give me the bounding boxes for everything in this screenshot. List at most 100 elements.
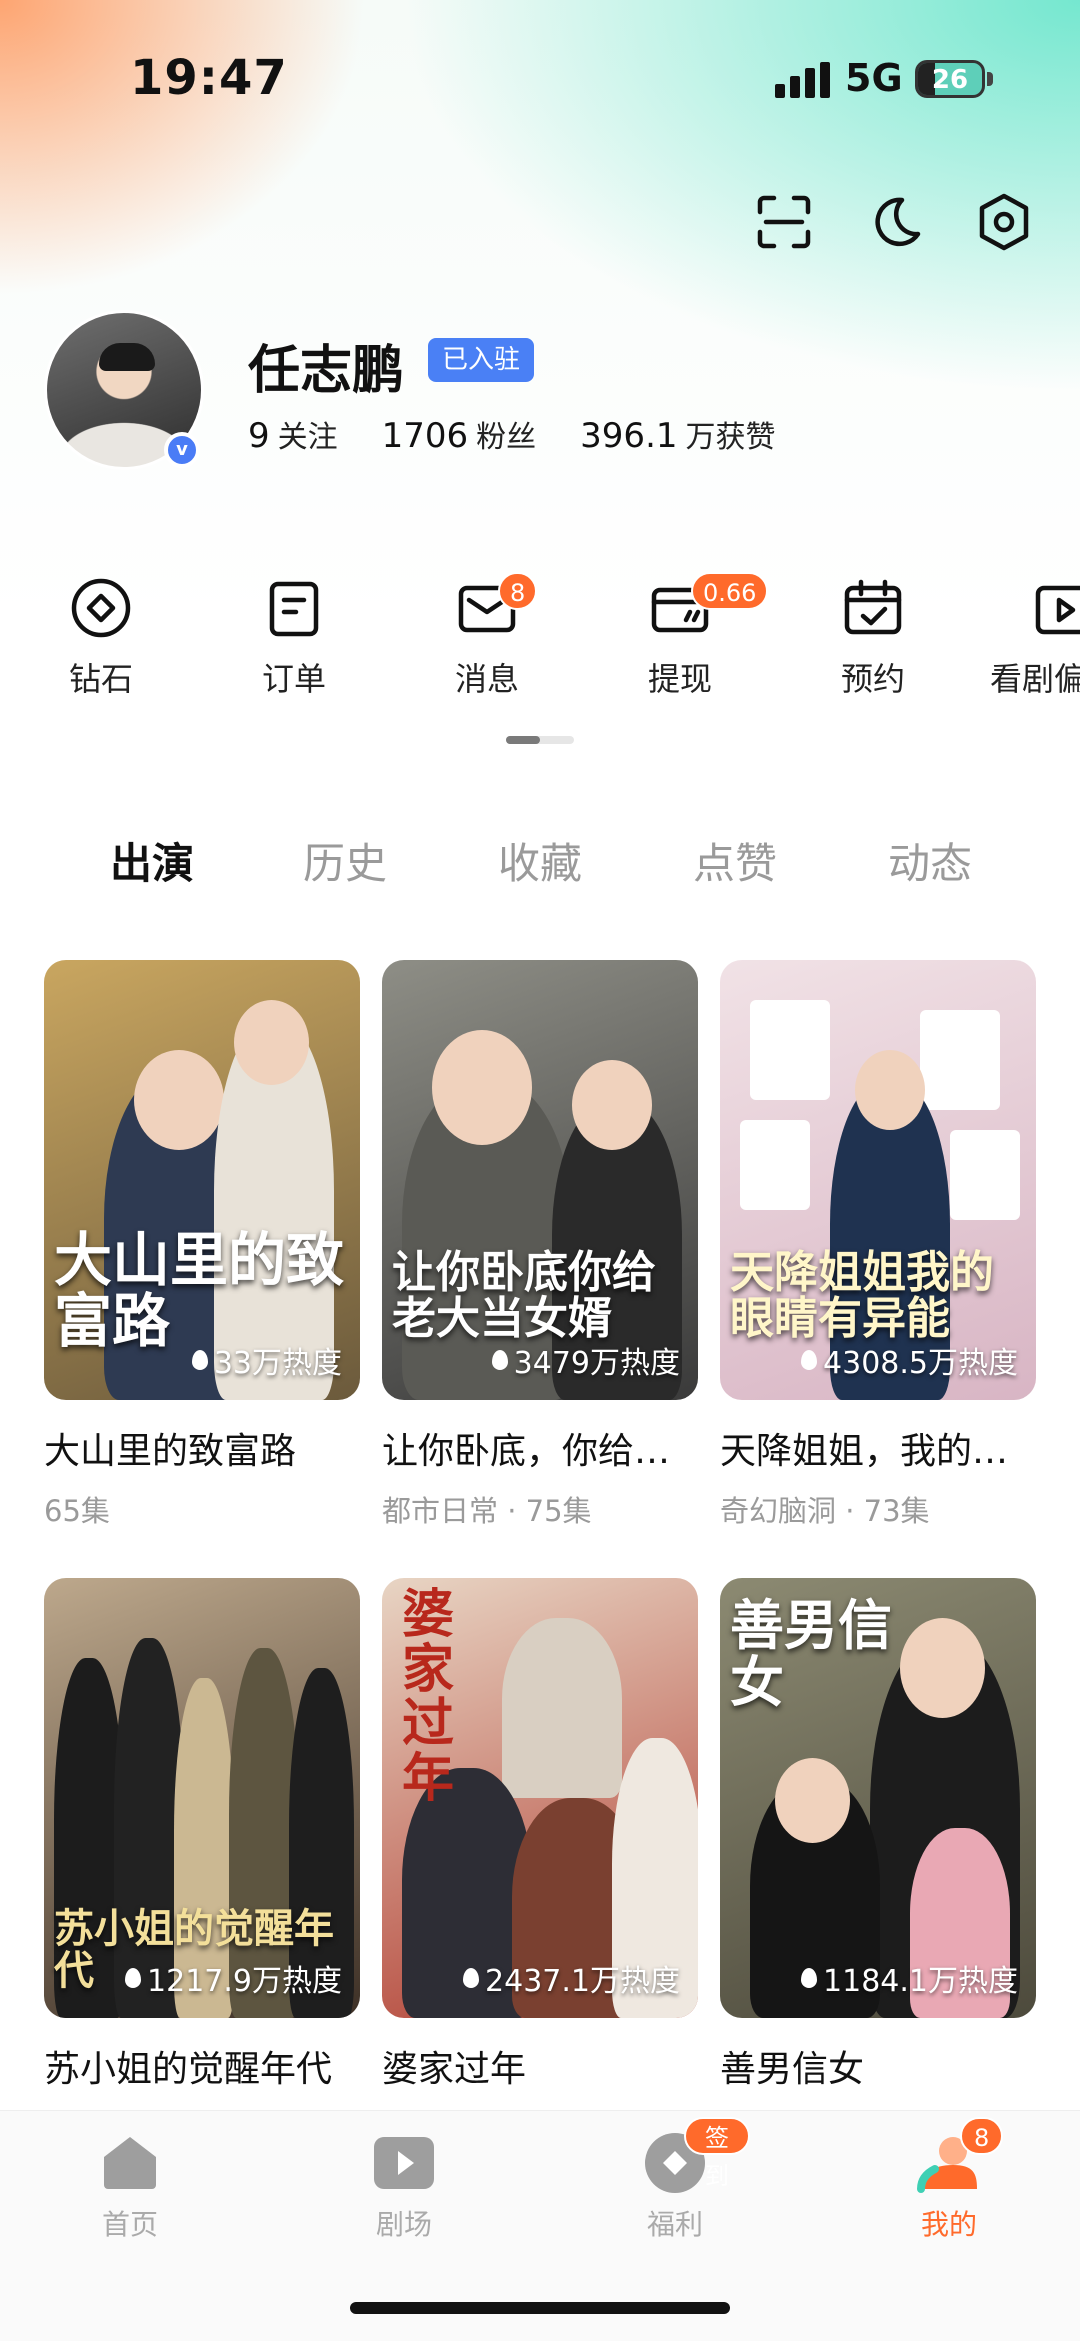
moon-icon xyxy=(875,197,921,247)
drama-meta: 都市日常 · 75集 xyxy=(382,1494,592,1528)
poster-title-art: 婆家过年 xyxy=(402,1585,455,1809)
stat-number: 396.1 xyxy=(580,416,678,456)
heat-text: 33万热度 xyxy=(213,1346,342,1381)
dark-mode-button[interactable] xyxy=(862,190,926,254)
poster-title-art: 天降姐姐我的眼睛有异能 xyxy=(730,1247,994,1345)
user-name: 任志鹏 xyxy=(248,341,405,401)
poster-title-art: 让你卧底你给老大当女婿 xyxy=(392,1247,656,1345)
quick-menu-label: 看剧偏 xyxy=(990,660,1080,698)
heat-count: 4308.5万热度 xyxy=(801,1338,1018,1382)
check-in-badge: 签到 xyxy=(684,2117,750,2190)
nav-label: 我的 xyxy=(920,2208,977,2241)
drama-card[interactable]: 大山里的致富路 33万热度 大山里的致富路 65集 xyxy=(44,960,360,1530)
calendar-icon xyxy=(841,576,905,640)
stat-following[interactable]: 9 关注 xyxy=(248,412,338,456)
diamond-icon xyxy=(69,576,133,640)
order-icon xyxy=(262,576,326,640)
status-bar: 19:47 5G 26 xyxy=(0,0,1080,150)
quick-menu-reservation[interactable]: 预约 xyxy=(798,560,948,700)
theater-icon xyxy=(372,2131,436,2195)
play-icon xyxy=(1032,576,1080,640)
drama-meta: 65集 xyxy=(44,1494,110,1528)
nav-label: 福利 xyxy=(646,2208,703,2241)
drama-card[interactable]: 让你卧底你给老大当女婿 3479万热度 让你卧底，你给… 都市日常 · 75集 xyxy=(382,960,698,1530)
stat-number: 1706 xyxy=(381,416,469,456)
quick-menu-watch-preference[interactable]: 看剧偏 xyxy=(990,560,1080,700)
nav-welfare[interactable]: 福利 签到 xyxy=(600,2117,750,2243)
battery-icon: 26 xyxy=(915,60,985,98)
heat-count: 1184.1万热度 xyxy=(801,1956,1018,2000)
fire-drop-icon xyxy=(801,1968,818,1988)
heat-text: 4308.5万热度 xyxy=(823,1346,1018,1381)
heat-text: 3479万热度 xyxy=(513,1346,680,1381)
tab-favorites[interactable]: 收藏 xyxy=(460,830,620,891)
fire-drop-icon xyxy=(491,1350,508,1370)
settings-icon xyxy=(979,193,1029,251)
heat-count: 2437.1万热度 xyxy=(463,1956,680,2000)
drama-title: 善男信女 xyxy=(720,2049,865,2090)
fire-drop-icon xyxy=(191,1350,208,1370)
quick-menu-withdraw[interactable]: 提现 0.66元 xyxy=(605,560,769,700)
battery-level: 26 xyxy=(931,65,969,95)
nav-label: 剧场 xyxy=(375,2208,432,2241)
drama-title: 苏小姐的觉醒年代 xyxy=(44,2049,333,2090)
verified-icon: v xyxy=(164,432,200,468)
drama-poster[interactable]: 苏小姐的觉醒年代 1217.9万热度 xyxy=(44,1578,360,2018)
heat-text: 1217.9万热度 xyxy=(147,1964,342,1999)
stat-label: 万获赞 xyxy=(685,420,776,455)
quick-menu-messages[interactable]: 消息 8 xyxy=(412,560,562,700)
drama-title: 大山里的致富路 xyxy=(44,1431,297,1472)
home-icon xyxy=(98,2131,162,2195)
battery-cap xyxy=(987,72,993,86)
nav-theater[interactable]: 剧场 xyxy=(329,2131,479,2243)
settled-badge: 已入驻 xyxy=(428,338,535,382)
home-indicator xyxy=(350,2302,730,2314)
drama-card[interactable]: 天降姐姐我的眼睛有异能 4308.5万热度 天降姐姐，我的… 奇幻脑洞 · 73… xyxy=(720,960,1036,1530)
profile-notification-badge: 8 xyxy=(960,2117,1004,2155)
drama-poster[interactable]: 天降姐姐我的眼睛有异能 4308.5万热度 xyxy=(720,960,1036,1400)
drama-card[interactable]: 婆家过年 2437.1万热度 婆家过年 xyxy=(382,1578,698,2106)
withdraw-amount-badge: 0.66元 xyxy=(691,572,769,645)
fire-drop-icon xyxy=(125,1968,142,1988)
heat-count: 1217.9万热度 xyxy=(125,1956,342,2000)
stat-label: 关注 xyxy=(277,420,338,455)
nav-profile[interactable]: 我的 8 xyxy=(874,2117,1024,2243)
scan-button[interactable] xyxy=(752,190,816,254)
tab-likes[interactable]: 点赞 xyxy=(655,830,815,891)
settings-button[interactable] xyxy=(972,190,1036,254)
drama-poster[interactable]: 善男信女 1184.1万热度 xyxy=(720,1578,1036,2018)
quick-menu-label: 钻石 xyxy=(68,660,133,698)
tab-activity[interactable]: 动态 xyxy=(850,830,1010,891)
quick-menu-orders[interactable]: 订单 xyxy=(219,560,369,700)
drama-title: 天降姐姐，我的… xyxy=(720,1431,1009,1472)
poster-title-art: 善男信女 xyxy=(730,1594,892,1714)
content-tabs: 出演 历史 收藏 点赞 动态 xyxy=(0,830,1080,900)
drama-poster[interactable]: 大山里的致富路 33万热度 xyxy=(44,960,360,1400)
network-type: 5G xyxy=(845,56,903,100)
message-count-badge: 8 xyxy=(498,572,538,610)
heat-text: 2437.1万热度 xyxy=(485,1964,680,1999)
quick-menu-diamond[interactable]: 钻石 xyxy=(26,560,176,700)
nav-label: 首页 xyxy=(101,2208,158,2241)
fire-drop-icon xyxy=(463,1968,480,1988)
tab-history[interactable]: 历史 xyxy=(265,830,425,891)
stat-label: 粉丝 xyxy=(476,420,537,455)
fire-drop-icon xyxy=(801,1350,818,1370)
quick-menu-label: 订单 xyxy=(261,660,326,698)
stat-likes[interactable]: 396.1 万获赞 xyxy=(580,412,775,456)
tab-performances[interactable]: 出演 xyxy=(72,830,232,891)
drama-title: 婆家过年 xyxy=(382,2049,527,2090)
heat-count: 3479万热度 xyxy=(491,1338,680,1382)
stat-fans[interactable]: 1706 粉丝 xyxy=(382,412,537,456)
heat-count: 33万热度 xyxy=(191,1338,342,1382)
stat-number: 9 xyxy=(248,416,270,456)
drama-meta: 奇幻脑洞 · 73集 xyxy=(720,1494,930,1528)
drama-card[interactable]: 苏小姐的觉醒年代 1217.9万热度 苏小姐的觉醒年代 xyxy=(44,1578,360,2106)
drama-poster[interactable]: 婆家过年 2437.1万热度 xyxy=(382,1578,698,2018)
nav-home[interactable]: 首页 xyxy=(55,2131,205,2243)
quick-menu-label: 提现 xyxy=(647,660,712,698)
signal-icon xyxy=(775,62,831,98)
drama-card[interactable]: 善男信女 1184.1万热度 善男信女 xyxy=(720,1578,1036,2106)
poster-title-art: 大山里的致富路 xyxy=(54,1226,345,1355)
drama-poster[interactable]: 让你卧底你给老大当女婿 3479万热度 xyxy=(382,960,698,1400)
